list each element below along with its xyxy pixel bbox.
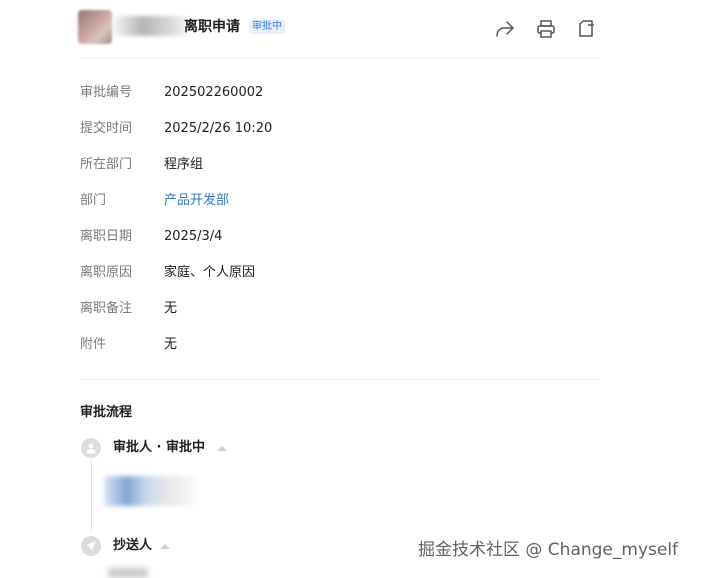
approver-avatar-redacted bbox=[104, 476, 196, 506]
header-divider bbox=[80, 58, 600, 59]
field-value: 2025/3/4 bbox=[164, 229, 223, 244]
watermark: 掘金技术社区 @ Change_myself bbox=[418, 540, 679, 560]
printer-icon[interactable] bbox=[535, 18, 557, 40]
avatar bbox=[78, 10, 112, 44]
applicant-name-redacted bbox=[114, 16, 186, 36]
page-header: 离职申请 审批中 bbox=[0, 0, 714, 58]
field-label: 离职原因 bbox=[80, 265, 133, 280]
field-value: 家庭、个人原因 bbox=[164, 265, 256, 280]
process-title: 审批流程 bbox=[80, 405, 133, 420]
field-label: 部门 bbox=[80, 193, 107, 208]
field-label: 离职备注 bbox=[80, 301, 133, 316]
field-label: 离职日期 bbox=[80, 229, 133, 244]
field-label: 所在部门 bbox=[80, 157, 133, 172]
department-link[interactable]: 产品开发部 bbox=[164, 191, 229, 211]
field-value: 无 bbox=[164, 301, 178, 316]
page-title: 离职申请 bbox=[184, 19, 240, 35]
copy-icon[interactable] bbox=[575, 18, 597, 40]
cc-node-label: 抄送人 bbox=[113, 538, 153, 553]
status-badge: 审批中 bbox=[249, 20, 285, 34]
field-label: 提交时间 bbox=[80, 121, 133, 136]
timeline-connector bbox=[91, 460, 92, 532]
approver-node-label: 审批人 · 审批中 bbox=[113, 440, 205, 455]
cc-avatar-redacted bbox=[108, 568, 148, 578]
collapse-approver-icon[interactable] bbox=[217, 446, 227, 451]
collapse-cc-icon[interactable] bbox=[160, 544, 170, 549]
field-label: 附件 bbox=[80, 337, 107, 352]
field-label: 审批编号 bbox=[80, 85, 133, 100]
share-icon[interactable] bbox=[494, 18, 516, 40]
section-divider bbox=[80, 379, 600, 380]
field-value: 程序组 bbox=[164, 157, 204, 172]
field-value: 202502260002 bbox=[164, 85, 264, 100]
field-value: 无 bbox=[164, 337, 178, 352]
field-value: 2025/2/26 10:20 bbox=[164, 121, 273, 136]
send-icon bbox=[81, 536, 101, 556]
user-icon bbox=[81, 438, 101, 458]
